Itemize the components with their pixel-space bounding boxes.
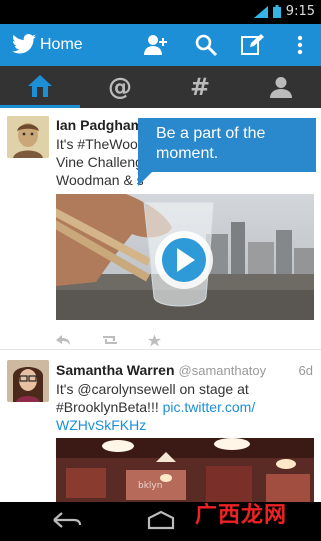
status-bar: 9:15 [0, 0, 321, 24]
add-user-icon[interactable] [144, 33, 168, 57]
tweet-author-handle[interactable]: @samanthatoy [179, 363, 267, 378]
tweet-link[interactable]: WZHvSkFKHz [56, 416, 314, 434]
photo-thumbnail[interactable]: bklyn [56, 438, 314, 502]
action-bar: Home [0, 24, 321, 66]
tweet-link[interactable]: pic.twitter.com/ [163, 399, 256, 415]
tab-discover[interactable]: # [160, 66, 240, 108]
watermark: 广西龙网 [194, 502, 287, 527]
tab-home[interactable] [0, 66, 80, 108]
at-icon: @ [108, 73, 132, 101]
avatar[interactable] [7, 116, 49, 158]
tweet-author-name[interactable]: Samantha Warren [56, 362, 175, 378]
hashtag-icon: # [189, 73, 211, 101]
hashtag-text[interactable]: #BrooklynBeta!!! [56, 399, 163, 415]
overflow-menu-icon[interactable] [288, 33, 312, 57]
search-icon[interactable] [194, 33, 218, 57]
signal-icon [253, 5, 268, 18]
clock: 9:15 [285, 4, 315, 19]
tab-me[interactable] [241, 66, 321, 108]
avatar[interactable] [7, 360, 49, 402]
back-icon[interactable] [52, 510, 82, 530]
tweet-author: Samantha Warren @samanthatoy [56, 362, 266, 378]
tweet-text: It's @carolynsewell on stage at #Brookly… [56, 380, 314, 434]
retweet-icon[interactable] [102, 330, 148, 350]
battery-icon [272, 5, 281, 18]
reply-icon[interactable] [56, 330, 102, 350]
svg-text:bklyn: bklyn [138, 481, 162, 491]
tab-mentions[interactable]: @ [80, 66, 160, 108]
compose-icon[interactable] [240, 33, 264, 57]
video-thumbnail[interactable] [56, 194, 314, 320]
tab-bar: @ # [0, 66, 321, 108]
home-button-icon[interactable] [145, 510, 177, 530]
tweet-text-line: #BrooklynBeta!!! pic.twitter.com/ [56, 398, 314, 416]
bird-logo-icon[interactable] [12, 34, 36, 54]
onboarding-tooltip[interactable]: Be a part of the moment. [138, 118, 316, 172]
tooltip-tail [138, 172, 152, 186]
home-icon [28, 74, 52, 97]
tweet-timestamp: 6d [298, 363, 313, 378]
twitter-app-screen: 9:15 Home @ # Ian Padgham It's #TheWood … [0, 0, 321, 541]
tweet-text-line: It's @carolynsewell on stage at [56, 381, 249, 397]
tweet-text-line: Woodman & s [56, 172, 144, 188]
page-title: Home [40, 36, 83, 53]
tweet-item[interactable]: Samantha Warren @samanthatoy 6d It's @car… [0, 350, 321, 502]
person-icon [270, 77, 292, 98]
tweet-author-name[interactable]: Ian Padgham [56, 117, 143, 133]
tweet-actions [56, 330, 194, 350]
favorite-icon[interactable] [148, 330, 194, 350]
